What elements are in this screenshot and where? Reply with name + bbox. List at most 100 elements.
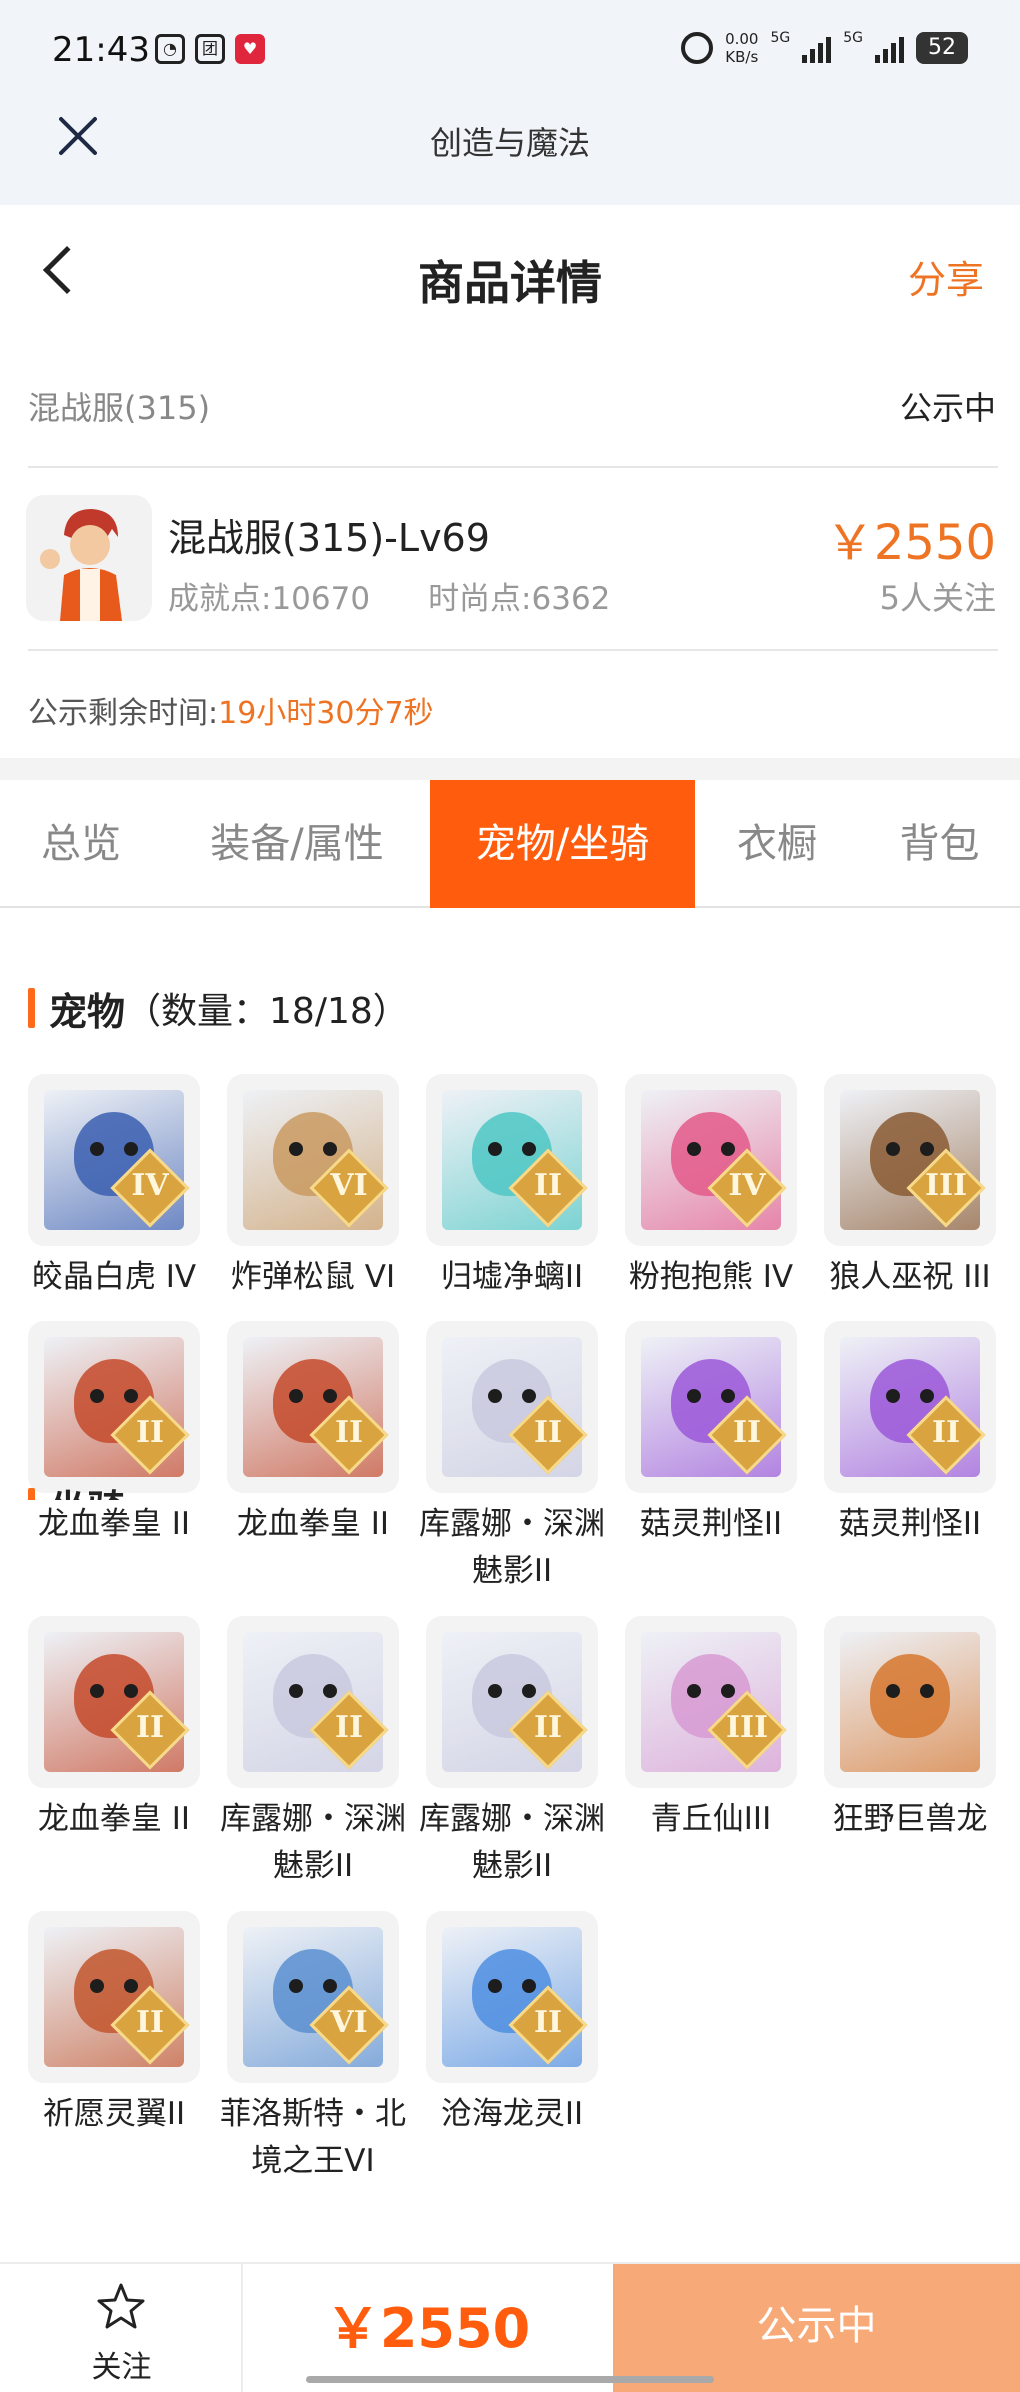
pet-art-eye — [886, 1684, 900, 1698]
pet-art-eye — [488, 1142, 502, 1156]
tab-overview[interactable]: 总览 — [0, 780, 162, 908]
rank-badge-label: II — [533, 1710, 563, 1745]
rank-badge-label: II — [732, 1415, 762, 1450]
signal-label-1: 5G — [770, 30, 791, 46]
rank-badge-label: VI — [330, 2005, 368, 2040]
pet-image: III — [824, 1074, 996, 1246]
pet-card[interactable]: IV 皎晶白虎 IV — [28, 1074, 200, 1314]
pet-card[interactable]: II 祈愿灵翼II — [28, 1911, 200, 2151]
pet-art-eye — [522, 1684, 536, 1698]
pet-card[interactable]: 狂野巨兽龙 — [824, 1616, 996, 1856]
pet-art-eye — [323, 1389, 337, 1403]
pet-art-eye — [522, 1142, 536, 1156]
bottom-price: ￥2550 — [325, 2297, 531, 2360]
follower-count: 5人关注 — [879, 579, 996, 617]
product-card[interactable]: 混战服(315)-Lv69 成就点:10670 时尚点:6362 ￥2550 5… — [0, 467, 1020, 647]
countdown: 公示剩余时间:19小时30分7秒 — [28, 688, 434, 732]
pet-image: II — [625, 1321, 797, 1493]
pet-card[interactable]: IV 粉抱抱熊 IV — [625, 1074, 797, 1314]
pet-art-eye — [124, 1979, 138, 1993]
status-left-icons: ◔ 团 ♥ — [155, 34, 265, 64]
rank-badge-label: VI — [330, 1168, 368, 1203]
alarm-icon — [681, 32, 714, 64]
mounts-section-title: 坐骑 — [49, 1478, 125, 1500]
pet-art-eye — [289, 1142, 303, 1156]
pet-name: 库露娜・深渊魅影II — [419, 1801, 605, 1884]
share-button[interactable]: 分享 — [908, 249, 984, 304]
pet-card[interactable]: II 归墟净螭II — [426, 1074, 598, 1314]
pet-art-eye — [124, 1684, 138, 1698]
pet-card[interactable]: III 狼人巫祝 III — [824, 1074, 996, 1314]
pet-name: 炸弹松鼠 VI — [230, 1259, 396, 1295]
rank-badge-label: III — [725, 1710, 769, 1745]
tab-backpack[interactable]: 背包 — [859, 780, 1020, 908]
pet-card[interactable]: II 龙血拳皇 II — [28, 1616, 200, 1856]
pet-art-eye — [289, 1389, 303, 1403]
pet-card[interactable]: II 库露娜・深渊魅影II — [419, 1616, 605, 1884]
tab-bar: 总览 装备/属性 宠物/坐骑 衣橱 背包 — [0, 780, 1020, 908]
section-marker — [28, 988, 35, 1028]
page-nav: 商品详情 分享 — [0, 205, 1020, 345]
pet-art-eye — [90, 1684, 104, 1698]
pet-name: 沧海龙灵II — [440, 2096, 584, 2132]
battery-indicator: 52 — [916, 32, 968, 64]
pet-card[interactable]: II 库露娜・深渊魅影II — [419, 1321, 605, 1589]
net-speed-unit: KB/s — [725, 48, 759, 66]
rank-badge-label: II — [931, 1415, 961, 1450]
follow-button[interactable]: 关注 — [0, 2264, 243, 2392]
pet-art-eye — [920, 1389, 934, 1403]
pet-card[interactable]: II 沧海龙灵II — [426, 1911, 598, 2151]
pet-art-eye — [721, 1142, 735, 1156]
pet-card[interactable]: II 龙血拳皇 II — [28, 1321, 200, 1561]
pet-art-eye — [323, 1142, 337, 1156]
status-time: 21:43 — [52, 30, 150, 70]
pet-art-eye — [687, 1142, 701, 1156]
pet-image: II — [824, 1321, 996, 1493]
pet-art-body — [870, 1654, 950, 1738]
section-marker — [28, 1488, 35, 1500]
signal-icon — [802, 33, 832, 63]
public-status-button[interactable]: 公示中 — [613, 2264, 1020, 2392]
pet-card[interactable]: III 青丘仙III — [625, 1616, 797, 1856]
app-header: 21:43 ◔ 团 ♥ 0.00 KB/s 5G 5G 52 创造与魔法 — [0, 0, 1020, 205]
tab-pets-mounts[interactable]: 宠物/坐骑 — [430, 780, 695, 908]
pet-image: II — [28, 1911, 200, 2083]
pet-card[interactable]: II 菇灵荆怪II — [824, 1321, 996, 1561]
pet-art-eye — [920, 1684, 934, 1698]
tab-equipment[interactable]: 装备/属性 — [162, 780, 432, 908]
pet-card[interactable]: II 菇灵荆怪II — [625, 1321, 797, 1561]
rank-badge-label: II — [334, 1415, 364, 1450]
pet-art-eye — [90, 1142, 104, 1156]
pet-card[interactable]: II 龙血拳皇 II — [227, 1321, 399, 1561]
pet-art-eye — [886, 1142, 900, 1156]
pet-art-eye — [323, 1684, 337, 1698]
rank-badge-label: II — [135, 1710, 165, 1745]
pet-image — [824, 1616, 996, 1788]
rank-badge-label: II — [533, 1415, 563, 1450]
home-indicator — [306, 2376, 714, 2383]
pet-art-eye — [124, 1142, 138, 1156]
pet-art-eye — [522, 1979, 536, 1993]
pet-image: III — [625, 1616, 797, 1788]
pet-card[interactable]: VI 菲洛斯特・北境之王VI — [220, 1911, 406, 2179]
tab-wardrobe[interactable]: 衣橱 — [695, 780, 859, 908]
pet-art-eye — [488, 1684, 502, 1698]
pet-image: VI — [227, 1911, 399, 2083]
pet-name: 菲洛斯特・北境之王VI — [220, 2096, 406, 2179]
pet-name: 库露娜・深渊魅影II — [220, 1801, 406, 1884]
pet-art-eye — [920, 1142, 934, 1156]
server-row: 混战服(315) 公示中 — [0, 345, 1020, 465]
pet-image: IV — [625, 1074, 797, 1246]
pet-name: 龙血拳皇 II — [37, 1506, 191, 1542]
fashion-points: 时尚点:6362 — [428, 581, 611, 617]
pet-name: 狼人巫祝 III — [829, 1259, 991, 1295]
pets-section-count: （数量：18/18） — [125, 991, 409, 1032]
rank-badge-label: III — [924, 1168, 968, 1203]
net-speed-value: 0.00 — [725, 30, 759, 48]
pet-image: II — [426, 1911, 598, 2083]
pet-card[interactable]: II 库露娜・深渊魅影II — [220, 1616, 406, 1884]
achievement-points: 成就点:10670 — [168, 581, 371, 617]
pet-name: 粉抱抱熊 IV — [628, 1259, 794, 1295]
heart-app-icon: ♥ — [235, 34, 265, 64]
pet-card[interactable]: VI 炸弹松鼠 VI — [227, 1074, 399, 1314]
